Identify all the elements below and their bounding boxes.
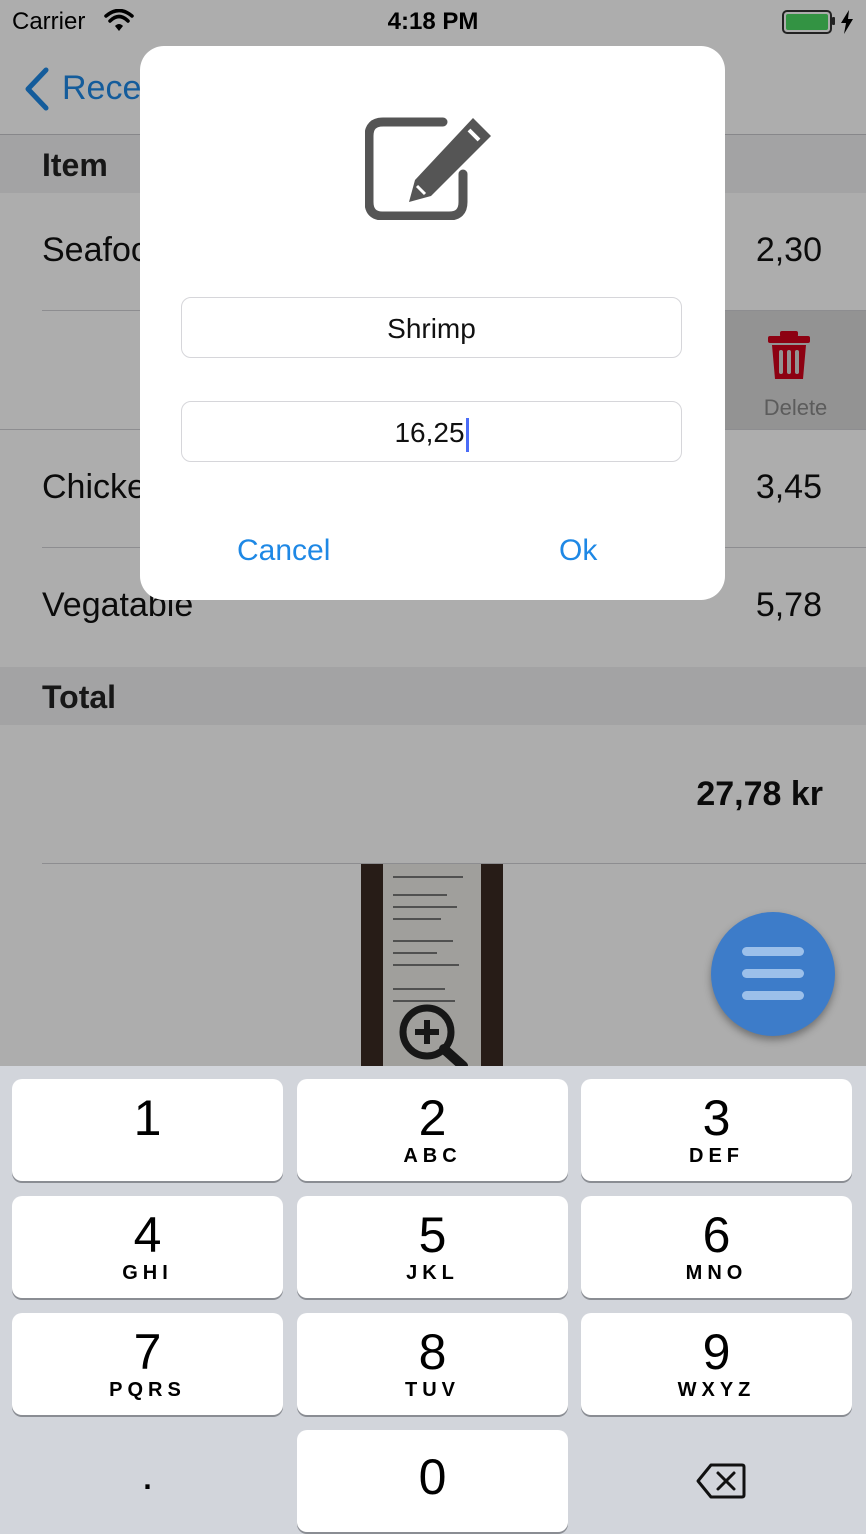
key-digit: 3	[702, 1090, 731, 1146]
cancel-button[interactable]: Cancel	[237, 534, 330, 568]
key-digit: 7	[133, 1324, 162, 1380]
key-digit: 4	[133, 1207, 162, 1263]
menu-fab-button[interactable]	[711, 912, 835, 1036]
numeric-keypad: 1 2 ABC 3 DEF 4 GHI 5 JKL 6 MNO 7 PQRS 8…	[0, 1066, 866, 1534]
key-digit: 8	[418, 1324, 447, 1380]
key-letters: MNO	[685, 1262, 748, 1284]
backspace-icon	[696, 1463, 746, 1499]
edit-icon	[365, 117, 491, 220]
item-price-value: 16,25	[394, 417, 465, 448]
key-letters: TUV	[405, 1379, 460, 1401]
key-letters: ABC	[403, 1145, 462, 1167]
key-digit: 0	[418, 1449, 447, 1505]
key-3[interactable]: 3 DEF	[581, 1079, 852, 1181]
key-digit: 1	[133, 1090, 162, 1146]
key-2[interactable]: 2 ABC	[297, 1079, 568, 1181]
key-letters: JKL	[406, 1262, 459, 1284]
key-backspace[interactable]	[581, 1430, 852, 1532]
key-letters: DEF	[689, 1145, 744, 1167]
key-digit: 9	[702, 1324, 731, 1380]
key-letters: PQRS	[109, 1379, 186, 1401]
key-5[interactable]: 5 JKL	[297, 1196, 568, 1298]
key-letters: GHI	[122, 1262, 173, 1284]
key-4[interactable]: 4 GHI	[12, 1196, 283, 1298]
item-price-input[interactable]: 16,25	[181, 401, 682, 462]
edit-item-dialog: Shrimp 16,25 Cancel Ok	[140, 46, 725, 600]
key-digit: 5	[418, 1207, 447, 1263]
key-digit: 2	[418, 1090, 447, 1146]
text-cursor	[465, 417, 469, 452]
key-8[interactable]: 8 TUV	[297, 1313, 568, 1415]
key-9[interactable]: 9 WXYZ	[581, 1313, 852, 1415]
key-digit: .	[141, 1450, 154, 1499]
key-letters: WXYZ	[677, 1379, 756, 1401]
item-name-input[interactable]: Shrimp	[181, 297, 682, 358]
key-6[interactable]: 6 MNO	[581, 1196, 852, 1298]
key-7[interactable]: 7 PQRS	[12, 1313, 283, 1415]
key-0[interactable]: 0	[297, 1430, 568, 1532]
ok-button[interactable]: Ok	[559, 534, 597, 568]
key-decimal[interactable]: .	[12, 1430, 283, 1532]
key-digit: 6	[702, 1207, 731, 1263]
item-name-value: Shrimp	[387, 313, 476, 344]
key-1[interactable]: 1	[12, 1079, 283, 1181]
